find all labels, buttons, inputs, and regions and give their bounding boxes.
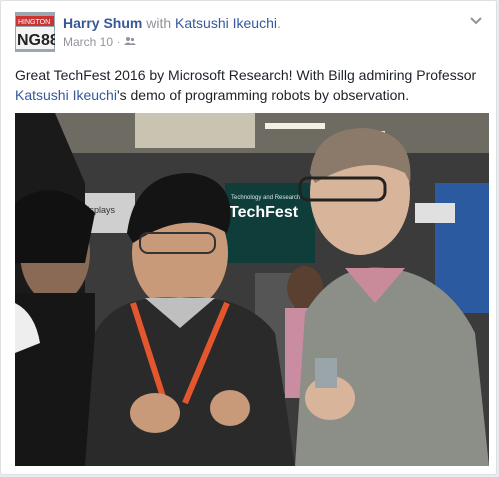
post-header: Harry Shum with Katsushi Ikeuchi. <box>63 14 281 32</box>
avatar-plate-text: NG88 <box>17 32 55 49</box>
mention-link[interactable]: Katsushi Ikeuchi <box>15 87 117 103</box>
post-meta: March 10 · <box>63 35 137 49</box>
post-text-part2: 's demo of programming robots by observa… <box>116 87 410 103</box>
tagged-user-link[interactable]: Katsushi Ikeuchi <box>175 15 277 31</box>
sign-subtitle: Technology and Research <box>231 195 300 201</box>
meta-separator: · <box>117 36 121 48</box>
with-label: with <box>146 15 172 31</box>
chevron-down-icon[interactable] <box>468 13 484 29</box>
post-photo[interactable]: Technology and Research TechFest Display… <box>15 113 489 466</box>
sign-title: TechFest <box>229 204 299 221</box>
friends-icon[interactable] <box>124 35 137 49</box>
header-punct: . <box>277 15 281 31</box>
avatar-top-text: HINGTON <box>18 19 50 26</box>
post-text-part1: Great TechFest 2016 by Microsoft Researc… <box>15 67 477 83</box>
post-text: Great TechFest 2016 by Microsoft Researc… <box>15 65 490 105</box>
post-card: HINGTON NG88 Harry Shum with Katsushi Ik… <box>0 0 497 475</box>
post-date[interactable]: March 10 <box>63 35 113 49</box>
avatar[interactable]: HINGTON NG88 <box>15 12 55 52</box>
author-link[interactable]: Harry Shum <box>63 15 142 31</box>
